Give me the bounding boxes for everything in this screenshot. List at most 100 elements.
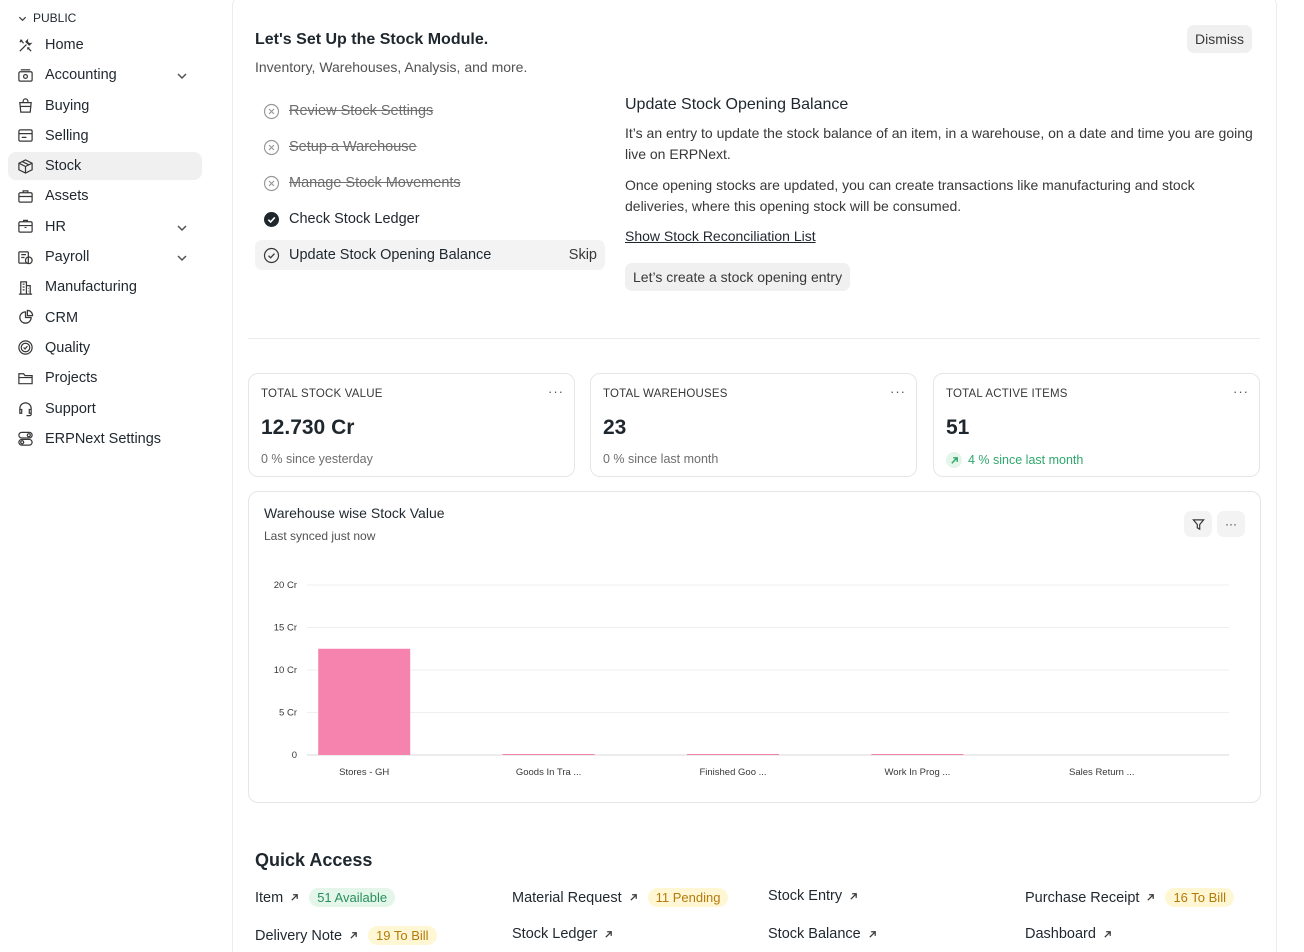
onboarding-step[interactable]: Setup a Warehouse — [255, 132, 605, 162]
quick-access-label: Dashboard — [1025, 926, 1096, 942]
sidebar-item-label: Buying — [45, 97, 90, 114]
y-tick-label: 15 Cr — [274, 623, 297, 634]
quick-access-item[interactable]: Item 51 Available — [255, 888, 396, 907]
chevron-down-icon[interactable] — [176, 222, 188, 234]
quick-access-label: Stock Balance — [768, 926, 861, 942]
dismiss-button[interactable]: Dismiss — [1187, 25, 1252, 53]
sidebar-item-quality[interactable]: Quality — [8, 334, 202, 362]
skip-button[interactable]: Skip — [569, 247, 597, 263]
step-detail-description: It’s an entry to update the stock balanc… — [625, 125, 1253, 162]
sidebar-item-accounting[interactable]: Accounting — [8, 61, 202, 89]
count-badge: 19 To Bill — [368, 926, 437, 945]
number-card-stat-text: 4 % since last month — [968, 453, 1084, 467]
chart-bar[interactable] — [871, 754, 964, 755]
chevron-down-icon[interactable] — [176, 70, 188, 82]
step-label: Manage Stock Movements — [289, 175, 461, 191]
stock-reconciliation-link[interactable]: Show Stock Reconciliation List — [625, 228, 816, 244]
onboarding-title: Let's Set Up the Stock Module. — [255, 31, 489, 48]
y-tick-label: 5 Cr — [279, 708, 297, 719]
sidebar-item-label: Home — [45, 37, 84, 53]
onboarding-step-active[interactable]: Update Stock Opening Balance Skip — [255, 240, 605, 270]
sidebar-item-erpnext-settings[interactable]: ERPNext Settings — [8, 425, 202, 453]
folder-icon — [16, 369, 34, 387]
chart-bar[interactable] — [687, 754, 779, 755]
sidebar-item-support[interactable]: Support — [8, 395, 202, 423]
number-card-label: TOTAL WAREHOUSES — [603, 388, 728, 400]
toggle-icon — [16, 430, 34, 448]
sidebar-item-crm[interactable]: CRM — [8, 304, 202, 332]
arrow-up-right-icon — [1103, 930, 1112, 939]
number-card-value: 23 — [603, 416, 627, 439]
chart-bar[interactable] — [318, 648, 411, 755]
number-card-total-stock-value[interactable]: TOTAL STOCK VALUE ··· 12.730 Cr 0 % sinc… — [248, 373, 575, 477]
sidebar-item-projects[interactable]: Projects — [8, 364, 202, 392]
quick-access-item[interactable]: Purchase Receipt 16 To Bill — [1025, 888, 1234, 907]
sidebar-item-manufacturing[interactable]: Manufacturing — [8, 273, 202, 301]
number-card-total-active-items[interactable]: TOTAL ACTIVE ITEMS ··· 51 4 % since last… — [933, 373, 1260, 477]
more-icon[interactable]: ··· — [548, 384, 564, 399]
number-card-total-warehouses[interactable]: TOTAL WAREHOUSES ··· 23 0 % since last m… — [590, 373, 917, 477]
hr-icon — [16, 218, 34, 236]
quick-access-item[interactable]: Material Request 11 Pending — [512, 888, 729, 907]
step-detail-title: Update Stock Opening Balance — [625, 96, 849, 113]
number-card-value: 12.730 Cr — [261, 416, 355, 439]
create-opening-entry-button[interactable]: Let’s create a stock opening entry — [625, 263, 851, 291]
number-card-label: TOTAL ACTIVE ITEMS — [946, 388, 1068, 400]
arrow-up-right-icon — [849, 892, 858, 901]
chart-bar[interactable] — [502, 754, 595, 755]
quick-access-label: Stock Entry — [768, 888, 843, 904]
arrow-up-right-icon — [629, 893, 638, 902]
sidebar-item-assets[interactable]: Assets — [8, 182, 202, 210]
sidebar-item-home[interactable]: Home — [8, 31, 202, 59]
quick-access-item[interactable]: Dashboard — [1025, 926, 1112, 942]
stock-icon — [16, 157, 34, 175]
skipped-circle-icon — [263, 139, 280, 156]
chevron-down-icon[interactable] — [176, 252, 188, 264]
y-tick-label: 0 — [292, 750, 297, 761]
more-icon[interactable]: ··· — [1233, 384, 1249, 399]
bar-chart: 0 5 Cr 10 Cr 15 Cr 20 Cr Stores - GH Goods In … — [274, 580, 1229, 778]
onboarding-step[interactable]: Check Stock Ledger — [255, 204, 605, 234]
arrow-up-right-icon — [604, 930, 613, 939]
onboarding-subtitle: Inventory, Warehouses, Analysis, and mor… — [255, 59, 528, 75]
count-badge: 16 To Bill — [1165, 888, 1234, 907]
count-badge: 51 Available — [309, 888, 396, 907]
step-label: Setup a Warehouse — [289, 139, 417, 155]
sidebar-item-label: CRM — [45, 309, 79, 326]
sidebar-item-label: Manufacturing — [45, 279, 137, 296]
chart-card: Warehouse wise Stock Value Last synced j… — [248, 491, 1261, 803]
sidebar-item-buying[interactable]: Buying — [8, 92, 202, 120]
y-tick-label: 10 Cr — [274, 665, 297, 676]
quick-access-item[interactable]: Stock Ledger — [512, 926, 613, 942]
tools-icon — [16, 36, 34, 54]
onboarding-step[interactable]: Review Stock Settings — [255, 96, 605, 126]
onboarding-step[interactable]: Manage Stock Movements — [255, 168, 605, 198]
more-icon[interactable]: ··· — [890, 384, 906, 399]
sidebar-nav: Home Accounting Buying Selling Stock Ass… — [8, 31, 202, 455]
sidebar-item-label: Quality — [45, 339, 91, 356]
assets-icon — [16, 187, 34, 205]
sidebar-section-label: PUBLIC — [33, 11, 77, 25]
step-detail-description: Once opening stocks are updated, you can… — [625, 177, 1195, 214]
sidebar-item-hr[interactable]: HR — [8, 213, 202, 241]
x-tick-label: Work In Prog ... — [884, 767, 950, 778]
quick-access-label: Delivery Note — [255, 927, 343, 944]
quick-access-label: Item — [255, 889, 284, 906]
crm-icon — [16, 309, 34, 327]
number-card-label: TOTAL STOCK VALUE — [261, 388, 383, 400]
headset-icon — [16, 400, 34, 418]
sidebar-item-label: Accounting — [45, 67, 117, 84]
x-tick-label: Stores - GH — [339, 767, 389, 778]
number-card-stat-text: 0 % since last month — [603, 452, 719, 466]
sidebar-section-public[interactable]: PUBLIC — [18, 11, 76, 25]
sidebar-item-stock[interactable]: Stock — [8, 152, 202, 181]
sidebar-item-payroll[interactable]: Payroll — [8, 243, 202, 271]
sidebar-item-selling[interactable]: Selling — [8, 122, 202, 150]
quick-access-item[interactable]: Delivery Note 19 To Bill — [255, 926, 437, 945]
step-label: Update Stock Opening Balance — [289, 247, 492, 263]
quality-icon — [16, 339, 34, 357]
quick-access-item[interactable]: Stock Entry — [768, 888, 858, 904]
quick-access-item[interactable]: Stock Balance — [768, 926, 877, 942]
step-label: Check Stock Ledger — [289, 211, 420, 227]
arrow-up-right-icon — [868, 930, 877, 939]
